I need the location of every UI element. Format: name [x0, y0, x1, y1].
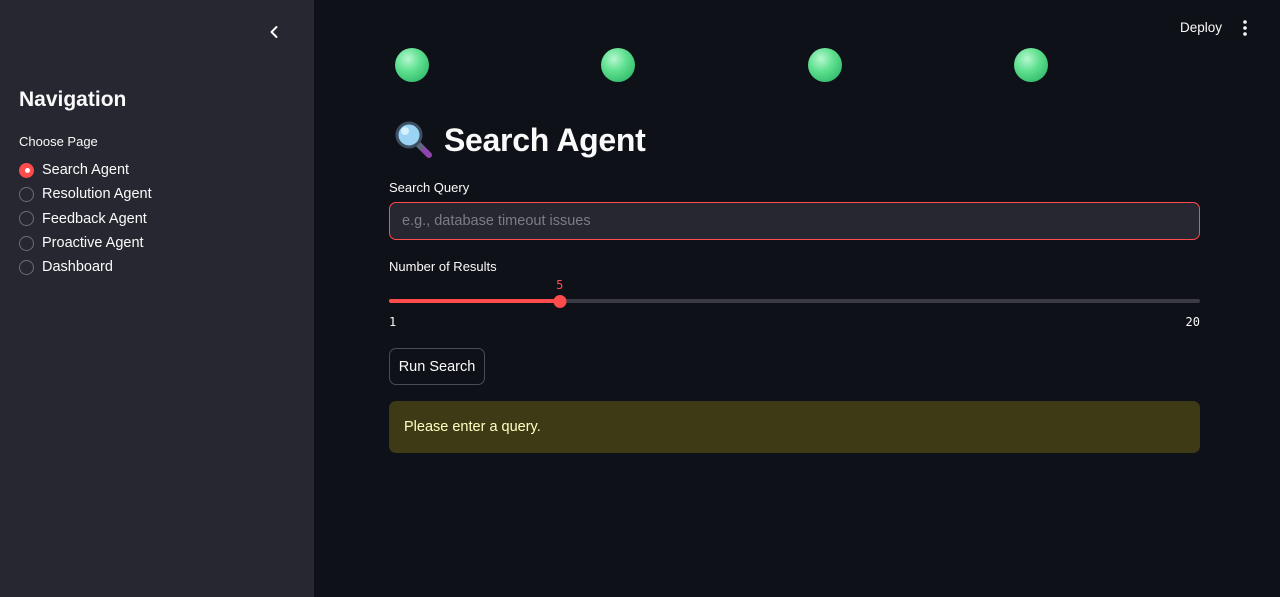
number-of-results-label: Number of Results [389, 259, 497, 274]
balloon-icon [601, 48, 635, 82]
radio-option-label: Dashboard [42, 259, 113, 276]
search-query-label: Search Query [389, 180, 470, 195]
warning-text: Please enter a query. [404, 419, 541, 435]
chevron-left-icon [270, 26, 278, 38]
radio-unselected-icon[interactable] [19, 259, 34, 275]
radio-selected-icon[interactable] [19, 162, 34, 178]
page-radio-group: Search Agent Resolution Agent Feedback A… [19, 158, 152, 279]
slider-fill [389, 299, 560, 303]
deploy-button[interactable]: Deploy [1170, 18, 1232, 37]
magnifying-glass-icon [395, 121, 432, 158]
radio-option-label: Feedback Agent [42, 210, 147, 227]
radio-option-label: Search Agent [42, 162, 130, 179]
radio-option-feedback-agent[interactable]: Feedback Agent [19, 207, 152, 231]
main-menu-button[interactable] [1234, 17, 1256, 39]
search-query-input[interactable] [389, 202, 1200, 240]
page-title: Search Agent [394, 120, 646, 160]
warning-alert: Please enter a query. [389, 401, 1200, 453]
radio-unselected-icon[interactable] [19, 211, 34, 227]
slider-max-label: 20 [1185, 315, 1200, 329]
balloon-icon [808, 48, 842, 82]
number-of-results-slider[interactable] [389, 294, 1200, 308]
radio-option-label: Resolution Agent [42, 186, 152, 203]
radio-option-label: Proactive Agent [42, 235, 144, 252]
radio-unselected-icon[interactable] [19, 186, 34, 202]
choose-page-label: Choose Page [19, 134, 98, 149]
balloon-icon [395, 48, 429, 82]
collapse-sidebar-button[interactable] [262, 20, 286, 44]
radio-option-search-agent[interactable]: Search Agent [19, 158, 152, 182]
slider-thumb[interactable] [553, 294, 567, 308]
slider-min-label: 1 [389, 315, 397, 329]
balloon-icon [1014, 48, 1048, 82]
radio-option-dashboard[interactable]: Dashboard [19, 255, 152, 279]
slider-current-value: 5 [556, 278, 564, 292]
sidebar-title: Navigation [19, 88, 127, 111]
run-search-button[interactable]: Run Search [389, 348, 485, 385]
radio-option-resolution-agent[interactable]: Resolution Agent [19, 182, 152, 206]
sidebar: Navigation Choose Page Search Agent Reso… [0, 0, 314, 597]
radio-unselected-icon[interactable] [19, 235, 34, 251]
page-title-text: Search Agent [444, 121, 646, 158]
kebab-menu-icon [1243, 20, 1247, 36]
radio-option-proactive-agent[interactable]: Proactive Agent [19, 231, 152, 255]
